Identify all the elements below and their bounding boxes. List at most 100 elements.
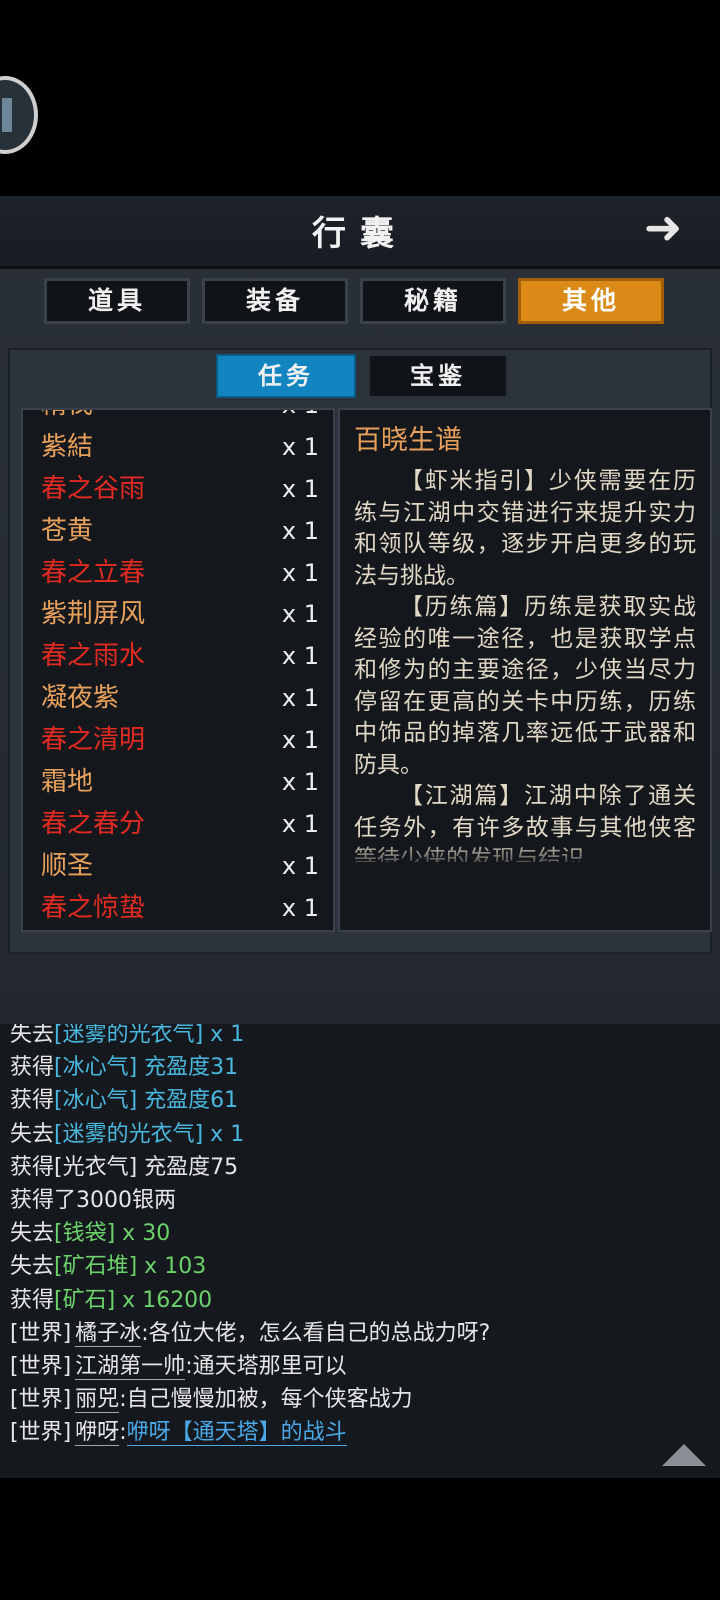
chat-battle-link[interactable]: 咿呀【通天塔】的战斗 xyxy=(126,1420,347,1447)
chat-message: [世界] 丽兕:自己慢慢加被，每个侠客战力 xyxy=(10,1383,710,1416)
list-item[interactable]: 春之谷雨 x 1 xyxy=(23,468,333,510)
list-item[interactable]: 春之惊蛰 x 1 xyxy=(23,887,333,929)
chat-line: 失去[迷雾的光衣气] x 1 xyxy=(10,1118,710,1151)
item-name: 春之立春 xyxy=(41,557,146,588)
chat-suffix: x 30 xyxy=(115,1221,171,1247)
chat-item-link[interactable]: [矿石] xyxy=(54,1288,115,1313)
back-arrow-icon[interactable]: ➜ xyxy=(632,202,694,252)
chat-channel: [世界] xyxy=(10,1353,72,1379)
item-quantity: x 1 xyxy=(281,558,319,587)
chat-channel: [世界] xyxy=(10,1320,72,1346)
chat-sender[interactable]: 咿呀 xyxy=(75,1420,120,1447)
subtab-quest[interactable]: 任务 xyxy=(216,354,356,398)
chat-item-link[interactable]: [冰心气] xyxy=(54,1088,137,1113)
chat-item-link[interactable]: [矿石堆] xyxy=(54,1254,137,1279)
item-quantity: x 1 xyxy=(281,684,319,713)
chat-prefix: 获得了3000银两 xyxy=(10,1187,176,1213)
item-quantity: x 1 xyxy=(281,516,319,545)
item-name: 苍黄 xyxy=(41,515,94,546)
chat-prefix: 获得 xyxy=(10,1088,55,1114)
list-item[interactable]: 紫結 x 1 xyxy=(23,426,333,468)
chat-item-link[interactable]: [迷雾的光衣气] xyxy=(54,1024,203,1047)
tab-equipment[interactable]: 装备 xyxy=(202,278,348,324)
chat-sender[interactable]: 丽兕 xyxy=(75,1387,120,1414)
chat-prefix: 获得 xyxy=(10,1287,55,1313)
tab-other[interactable]: 其他 xyxy=(518,278,664,324)
item-name: 春之清明 xyxy=(41,725,146,756)
list-item[interactable]: 苍黄 x 1 xyxy=(23,510,333,552)
subtab-treasure[interactable]: 宝鉴 xyxy=(368,354,508,398)
item-name: 春之惊蛰 xyxy=(41,892,146,923)
item-name: 春之雨水 xyxy=(41,641,146,672)
item-quantity: x 1 xyxy=(282,410,319,426)
item-quantity: x 1 xyxy=(281,768,319,797)
chat-line: 获得了3000银两 xyxy=(10,1184,710,1217)
top-area xyxy=(0,0,720,196)
list-item[interactable]: 顺圣 x 1 xyxy=(23,845,333,887)
item-name: 精伐 xyxy=(41,410,93,426)
chat-text: :自己慢慢加被，每个侠客战力 xyxy=(119,1387,413,1413)
list-item[interactable]: 春之立春 x 1 xyxy=(23,552,333,594)
list-item[interactable]: 春之清明 x 1 xyxy=(23,719,333,761)
chat-line: 失去[迷雾的光衣气] x 1 xyxy=(10,1024,710,1051)
item-name: 春之春分 xyxy=(41,808,146,839)
tab-manuals[interactable]: 秘籍 xyxy=(360,278,506,324)
chat-line: 失去[钱袋] x 30 xyxy=(10,1217,710,1250)
item-name: 紫結 xyxy=(41,431,94,462)
chat-text: :通天塔那里可以 xyxy=(185,1353,347,1379)
page-title: 行囊 xyxy=(312,214,408,254)
chat-item-link[interactable]: [迷雾的光衣气] xyxy=(54,1122,203,1147)
chat-prefix: 失去 xyxy=(10,1121,55,1147)
chat-collapse-icon[interactable] xyxy=(662,1444,706,1466)
chat-suffix: 充盈度75 xyxy=(137,1154,239,1180)
detail-fade xyxy=(340,840,710,872)
chat-text: :各位大佬，怎么看自己的总战力呀? xyxy=(141,1320,491,1346)
item-quantity: x 1 xyxy=(281,642,319,671)
chat-suffix: x 1 xyxy=(203,1024,245,1047)
chat-prefix: 失去 xyxy=(10,1024,55,1047)
item-name: 凝夜紫 xyxy=(41,683,120,714)
title-bar: 行囊 ➜ xyxy=(0,196,720,269)
item-quantity: x 1 xyxy=(281,893,319,922)
list-item[interactable]: 春之春分 x 1 xyxy=(23,803,333,845)
list-item[interactable]: 霜地 x 1 xyxy=(23,761,333,803)
bottom-bar xyxy=(0,1478,720,1600)
list-item[interactable]: 凝夜紫 x 1 xyxy=(23,677,333,719)
item-quantity: x 1 xyxy=(281,851,319,880)
detail-paragraph: 【虾米指引】少侠需要在历练与江湖中交错进行来提升实力和领队等级，逐步开启更多的玩… xyxy=(354,468,696,589)
chat-line: 获得[冰心气] 充盈度61 xyxy=(10,1084,710,1117)
item-quantity: x 1 xyxy=(281,432,319,461)
chat-suffix: x 1 xyxy=(203,1121,245,1147)
chat-log[interactable]: 失去[迷雾的光衣气] x 1 获得[冰心气] 充盈度31 获得[冰心气] 充盈度61… xyxy=(0,1024,720,1478)
chat-suffix: 充盈度61 xyxy=(137,1088,239,1114)
chat-suffix: 充盈度31 xyxy=(137,1055,239,1081)
item-name: 春之谷雨 xyxy=(41,473,146,504)
chat-item-link[interactable]: [钱袋] xyxy=(54,1221,115,1246)
chat-sender[interactable]: 江湖第一帅 xyxy=(75,1353,186,1380)
item-name: 顺圣 xyxy=(41,850,94,881)
chat-item-link[interactable]: [光衣气] xyxy=(54,1155,137,1180)
detail-title: 百晓生谱 xyxy=(354,425,462,456)
bag-panel: 行囊 ➜ 道具 装备 秘籍 其他 任务 宝鉴 精伐 x 1 紫結 x 1 春之谷雨 x 1… xyxy=(0,196,720,1024)
item-quantity: x 1 xyxy=(281,474,319,503)
list-item[interactable]: 精伐 x 1 xyxy=(23,410,333,426)
item-quantity: x 1 xyxy=(281,600,319,629)
item-list[interactable]: 精伐x 1紫結x 1春之谷雨x 1苍黄x 1春之立春x 1紫荆屏风x 1春之雨水… xyxy=(21,408,335,932)
item-name: 紫荆屏风 xyxy=(41,599,146,630)
chat-prefix: 失去 xyxy=(10,1221,55,1247)
item-quantity: x 1 xyxy=(281,809,319,838)
avatar[interactable] xyxy=(0,76,38,154)
detail-text[interactable]: 【虾米指引】少侠需要在历练与江湖中交错进行来提升实力和领队等级，逐步开启更多的玩… xyxy=(354,466,696,862)
chat-suffix: x 16200 xyxy=(115,1287,213,1313)
item-name: 霜地 xyxy=(41,767,94,798)
chat-sender[interactable]: 橘子冰 xyxy=(75,1320,142,1347)
list-item[interactable]: 紫荆屏风 x 1 xyxy=(23,593,333,635)
chat-channel: [世界] xyxy=(10,1387,72,1413)
chat-item-link[interactable]: [冰心气] xyxy=(54,1055,137,1080)
chat-channel: [世界] xyxy=(10,1420,72,1446)
chat-message: [世界] 咿呀:咿呀【通天塔】的战斗 xyxy=(10,1416,710,1449)
chat-message: [世界] 橘子冰:各位大佬，怎么看自己的总战力呀? xyxy=(10,1317,710,1350)
chat-prefix: 失去 xyxy=(10,1254,55,1280)
list-item[interactable]: 春之雨水 x 1 xyxy=(23,635,333,677)
tab-items[interactable]: 道具 xyxy=(44,278,190,324)
